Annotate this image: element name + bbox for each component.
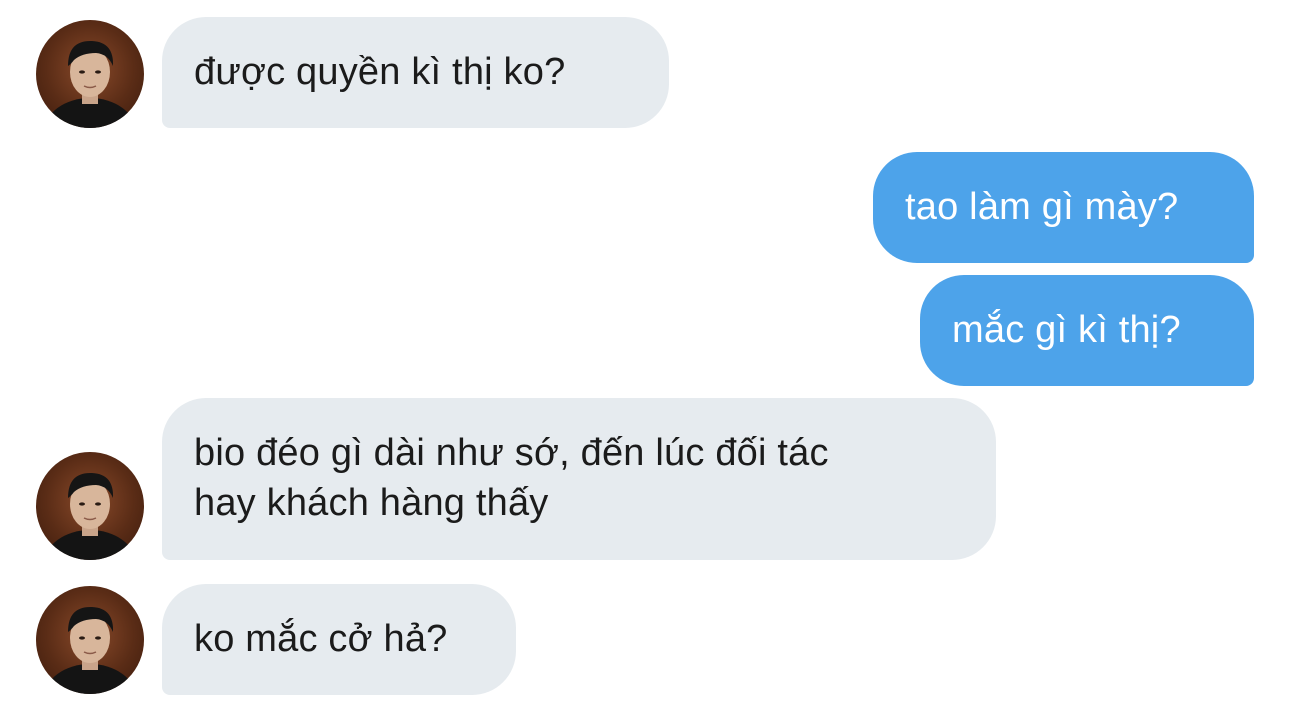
message-text-line: hay khách hàng thấy [194,482,549,524]
message-bubble-outgoing[interactable]: tao làm gì mày? [873,152,1254,263]
message-text: ko mắc cở hả? [194,618,448,660]
message-text: mắc gì kì thị? [952,309,1181,351]
message-bubble-incoming[interactable]: được quyền kì thị ko? [162,17,669,128]
message-bubble-incoming[interactable]: bio đéo gì dài như sớ, đến lúc đối tác h… [162,398,996,560]
message-text-line: bio đéo gì dài như sớ, đến lúc đối tác [194,432,829,474]
message-bubble-incoming[interactable]: ko mắc cở hả? [162,584,516,695]
contact-avatar-icon[interactable] [36,20,144,128]
contact-avatar-icon[interactable] [36,586,144,694]
chat-thread: được quyền kì thị ko? tao làm gì mày? mắ… [0,0,1290,715]
message-bubble-outgoing[interactable]: mắc gì kì thị? [920,275,1254,386]
message-text: được quyền kì thị ko? [194,51,566,93]
contact-avatar-icon[interactable] [36,452,144,560]
message-text: tao làm gì mày? [905,186,1179,228]
